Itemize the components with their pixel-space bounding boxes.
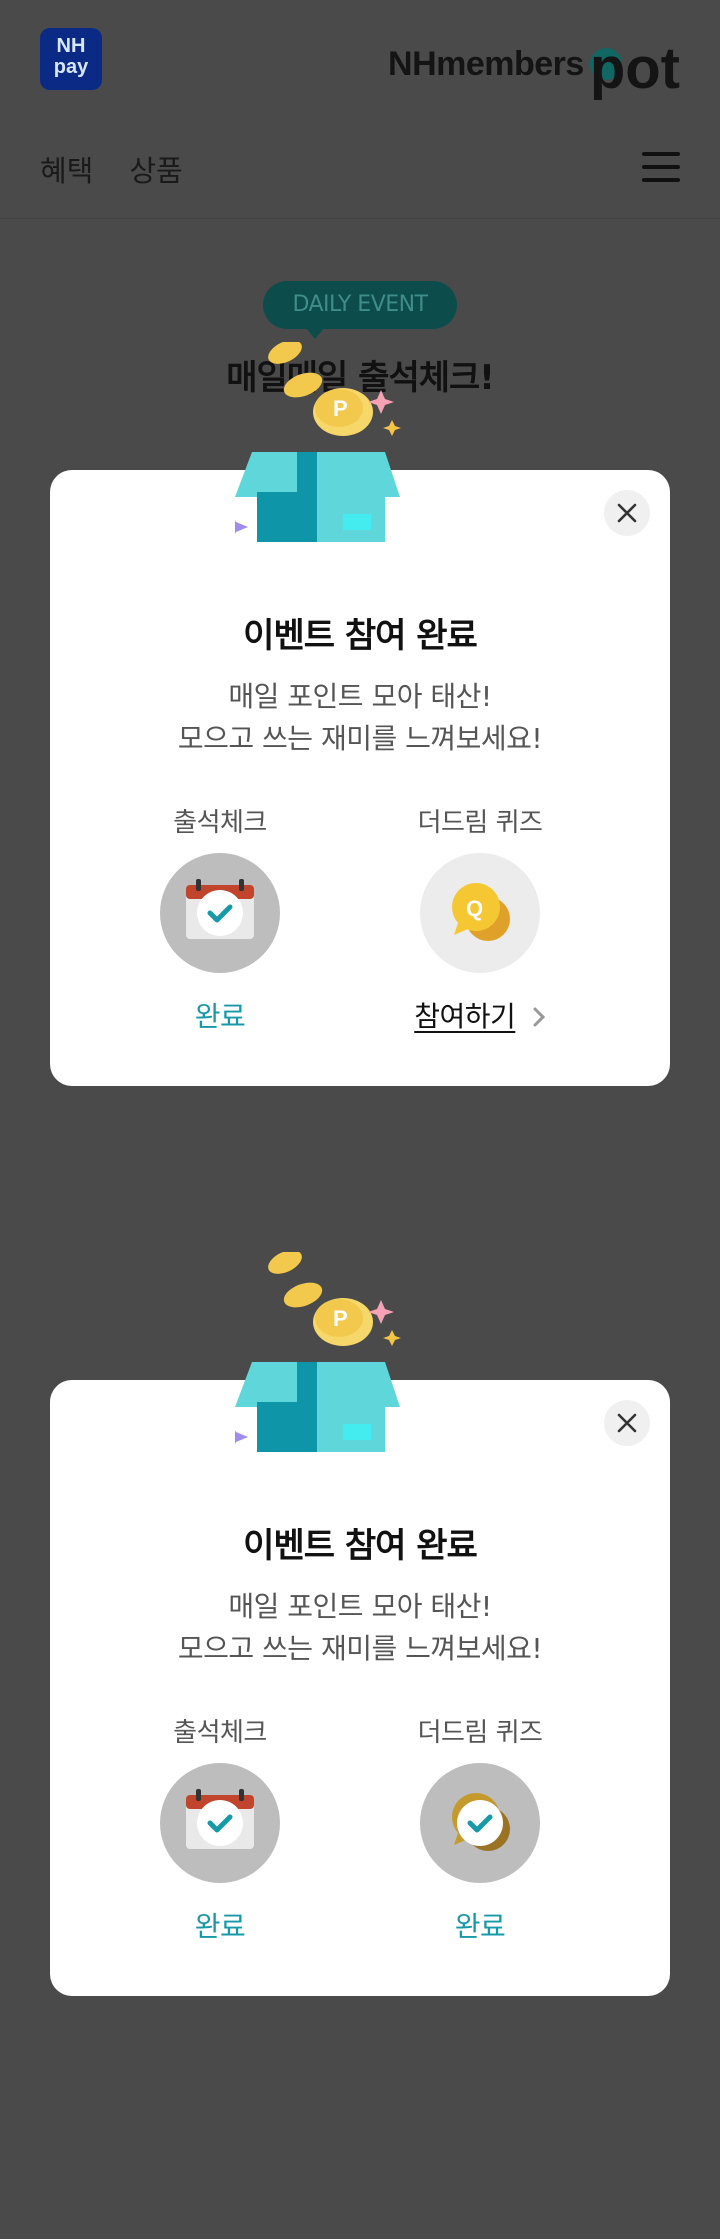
quiz-bubble-check-icon [420,1763,540,1883]
event-complete-modal: P 이벤트 참여 완료 매일 포인트 모아 태산! 모으고 쓰는 재미를 느껴보… [50,342,670,1086]
svg-text:Q: Q [466,896,483,921]
subtitle-line-1: 매일 포인트 모아 태산! [228,1590,492,1623]
close-button[interactable] [604,1400,650,1446]
join-quiz-link[interactable]: 참여하기 [390,995,570,1035]
subtitle-line-2: 모으고 쓰는 재미를 느껴보세요! [177,722,543,755]
brand-suffix: pot [589,36,680,101]
modal-title: 이벤트 참여 완료 [243,616,478,656]
nhmembers-pot-logo[interactable]: NHmembers pot [388,28,680,98]
attendance-status: 완료 [194,1000,246,1033]
modal-title: 이벤트 참여 완료 [243,1526,478,1566]
quiz-label: 더드림 퀴즈 [417,1718,543,1748]
main-nav: 혜택 상품 [40,148,183,190]
join-quiz-label[interactable]: 참여하기 [414,1000,516,1033]
close-button[interactable] [604,490,650,536]
nav-item-products[interactable]: 상품 [129,148,182,190]
app-header: NH pay NHmembers pot 혜택 상품 [0,0,720,219]
subtitle-line-2: 모으고 쓰는 재미를 느껴보세요! [177,1632,543,1665]
quiz-item: 더드림 퀴즈 Q 참여하기 [390,802,570,1035]
svg-text:P: P [333,1306,348,1331]
svg-text:P: P [333,396,348,421]
gift-box-icon: P [235,1252,401,1452]
calendar-check-icon [160,853,280,973]
attendance-item: 출석체크 완료 [130,1712,310,1945]
brand-prefix: NHmembers [388,45,584,83]
quiz-item: 더드림 퀴즈 완료 [390,1712,570,1945]
gift-box-icon: P [235,342,401,542]
quiz-status: 완료 [454,1910,506,1943]
chevron-right-icon [533,1007,545,1027]
event-complete-modal-2: P 이벤트 참여 완료 매일 포인트 모아 태산! 모으고 쓰는 재미를 느껴보… [50,1252,670,1996]
hamburger-menu-icon[interactable] [642,152,680,182]
nh-pay-logo[interactable]: NH pay [40,28,102,90]
close-icon [617,503,637,523]
quiz-bubble-icon[interactable]: Q [420,853,540,973]
close-icon [617,1413,637,1433]
nav-item-benefits[interactable]: 혜택 [40,148,93,190]
quiz-label: 더드림 퀴즈 [417,808,543,838]
daily-event-badge: DAILY EVENT [263,281,457,339]
calendar-check-icon [160,1763,280,1883]
modal-subtitle: 매일 포인트 모아 태산! 모으고 쓰는 재미를 느껴보세요! [50,676,670,760]
attendance-label: 출석체크 [173,808,267,838]
attendance-label: 출석체크 [173,1718,267,1748]
modal-subtitle: 매일 포인트 모아 태산! 모으고 쓰는 재미를 느껴보세요! [50,1586,670,1670]
attendance-item: 출석체크 완료 [130,802,310,1035]
attendance-status: 완료 [194,1910,246,1943]
subtitle-line-1: 매일 포인트 모아 태산! [228,680,492,713]
